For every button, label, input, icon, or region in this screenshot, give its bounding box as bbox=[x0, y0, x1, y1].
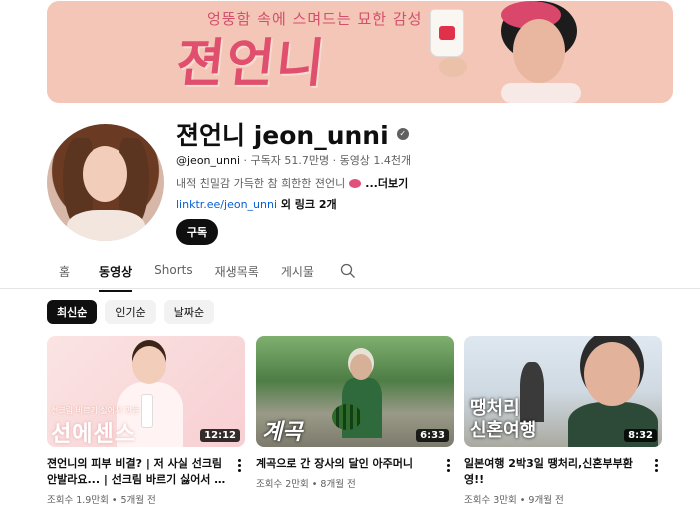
video-meta: 조회수 2만회 • 8개월 전 bbox=[256, 479, 356, 490]
video-title[interactable]: 계곡으로 간 장사의 달인 아주머니 bbox=[256, 456, 436, 472]
video-views: 조회수 3만회 bbox=[464, 495, 517, 506]
video-meta: 조회수 3만회 • 9개월 전 bbox=[464, 495, 564, 506]
avatar-face bbox=[83, 146, 127, 202]
watermelon-image bbox=[332, 404, 362, 430]
thumbnail-background-person bbox=[520, 362, 544, 422]
banner-person-image bbox=[439, 1, 581, 103]
thumbnail-person-head bbox=[584, 342, 640, 406]
thumbnail-caption: 계곡 bbox=[262, 420, 303, 445]
lips-emoji-icon bbox=[349, 178, 362, 188]
video-card[interactable]: 계곡 6:33 계곡으로 간 장사의 달인 아주머니 조회수 2만회 • 8개월… bbox=[256, 336, 454, 490]
video-duration: 8:32 bbox=[624, 429, 657, 442]
video-card[interactable]: 선크림 바르기 싫어서 만든 선에센스 12:12 젼언니의 피부 비결? | … bbox=[47, 336, 245, 506]
extra-links-button[interactable]: 외 링크 2개 bbox=[277, 198, 337, 211]
channel-tabs: 홈 동영상 Shorts 재생목록 게시물 bbox=[47, 259, 356, 292]
video-meta: 조회수 1.9만회 • 5개월 전 bbox=[47, 495, 156, 506]
channel-title: 젼언니 jeon_unni ✓ bbox=[176, 116, 409, 152]
chip-oldest[interactable]: 날짜순 bbox=[163, 300, 215, 324]
channel-name-text: 젼언니 jeon_unni bbox=[176, 121, 389, 150]
more-options-icon[interactable] bbox=[650, 456, 662, 474]
video-age: 8개월 전 bbox=[320, 479, 356, 490]
description-text: 내적 친밀감 가득한 참 희한한 젼언니 bbox=[176, 177, 346, 190]
channel-link[interactable]: linktr.ee/jeon_unni bbox=[176, 198, 277, 211]
video-age: 5개월 전 bbox=[120, 495, 156, 506]
verified-badge-icon: ✓ bbox=[396, 128, 409, 140]
video-thumbnail[interactable]: 땡처리 신혼여행 8:32 bbox=[464, 336, 662, 447]
channel-handle: @jeon_unni bbox=[176, 154, 240, 167]
channel-meta: @jeon_unni · 구독자 51.7만명 · 동영상 1.4천개 bbox=[176, 152, 411, 168]
tab-posts[interactable]: 게시물 bbox=[281, 259, 314, 290]
tab-shorts[interactable]: Shorts bbox=[154, 259, 192, 287]
video-thumbnail[interactable]: 계곡 6:33 bbox=[256, 336, 454, 447]
video-views: 조회수 1.9만회 bbox=[47, 495, 109, 506]
video-views: 조회수 2만회 bbox=[256, 479, 309, 490]
more-options-icon[interactable] bbox=[442, 456, 454, 474]
banner-logo: 젼언니 bbox=[173, 34, 330, 94]
channel-banner: 엉뚱함 속에 스며드는 묘한 감성 젼언니 bbox=[47, 1, 673, 103]
chip-latest[interactable]: 최신순 bbox=[47, 300, 98, 324]
video-duration: 12:12 bbox=[200, 429, 240, 442]
thumbnail-caption-small: 선크림 바르기 싫어서 만든 bbox=[51, 406, 140, 415]
channel-stats: · 구독자 51.7만명 · 동영상 1.4천개 bbox=[240, 154, 412, 167]
more-options-icon[interactable] bbox=[233, 456, 245, 474]
avatar-body bbox=[67, 210, 145, 241]
thumbnail-caption: 선에센스 bbox=[51, 422, 136, 447]
sort-chips: 최신순 인기순 날짜순 bbox=[47, 300, 215, 324]
chip-popular[interactable]: 인기순 bbox=[105, 300, 156, 324]
video-duration: 6:33 bbox=[416, 429, 449, 442]
search-icon[interactable] bbox=[340, 263, 356, 279]
video-thumbnail[interactable]: 선크림 바르기 싫어서 만든 선에센스 12:12 bbox=[47, 336, 245, 447]
thumbnail-person bbox=[342, 354, 382, 444]
tab-playlists[interactable]: 재생목록 bbox=[215, 259, 259, 290]
sunscreen-bottle-image bbox=[141, 394, 153, 428]
thumbnail-person-head bbox=[132, 346, 166, 384]
thumbnail-caption: 신혼여행 bbox=[470, 420, 537, 441]
video-age: 9개월 전 bbox=[528, 495, 564, 506]
channel-links: linktr.ee/jeon_unni 외 링크 2개 bbox=[176, 196, 337, 212]
tabs-divider bbox=[0, 288, 700, 289]
video-title[interactable]: 젼언니의 피부 비결? | 저 사실 선크림 안발라요... | 선크림 바르기… bbox=[47, 456, 227, 488]
more-button[interactable]: ...더보기 bbox=[365, 175, 408, 191]
channel-avatar[interactable] bbox=[47, 124, 164, 241]
subscribe-button[interactable]: 구독 bbox=[176, 219, 218, 245]
video-card[interactable]: 땡처리 신혼여행 8:32 일본여행 2박3일 땡처리,신혼부부환영!! 조회수… bbox=[464, 336, 662, 506]
video-title[interactable]: 일본여행 2박3일 땡처리,신혼부부환영!! bbox=[464, 456, 644, 488]
tab-home[interactable]: 홈 bbox=[59, 259, 70, 290]
channel-description[interactable]: 내적 친밀감 가득한 참 희한한 젼언니 ...더보기 bbox=[176, 175, 408, 191]
